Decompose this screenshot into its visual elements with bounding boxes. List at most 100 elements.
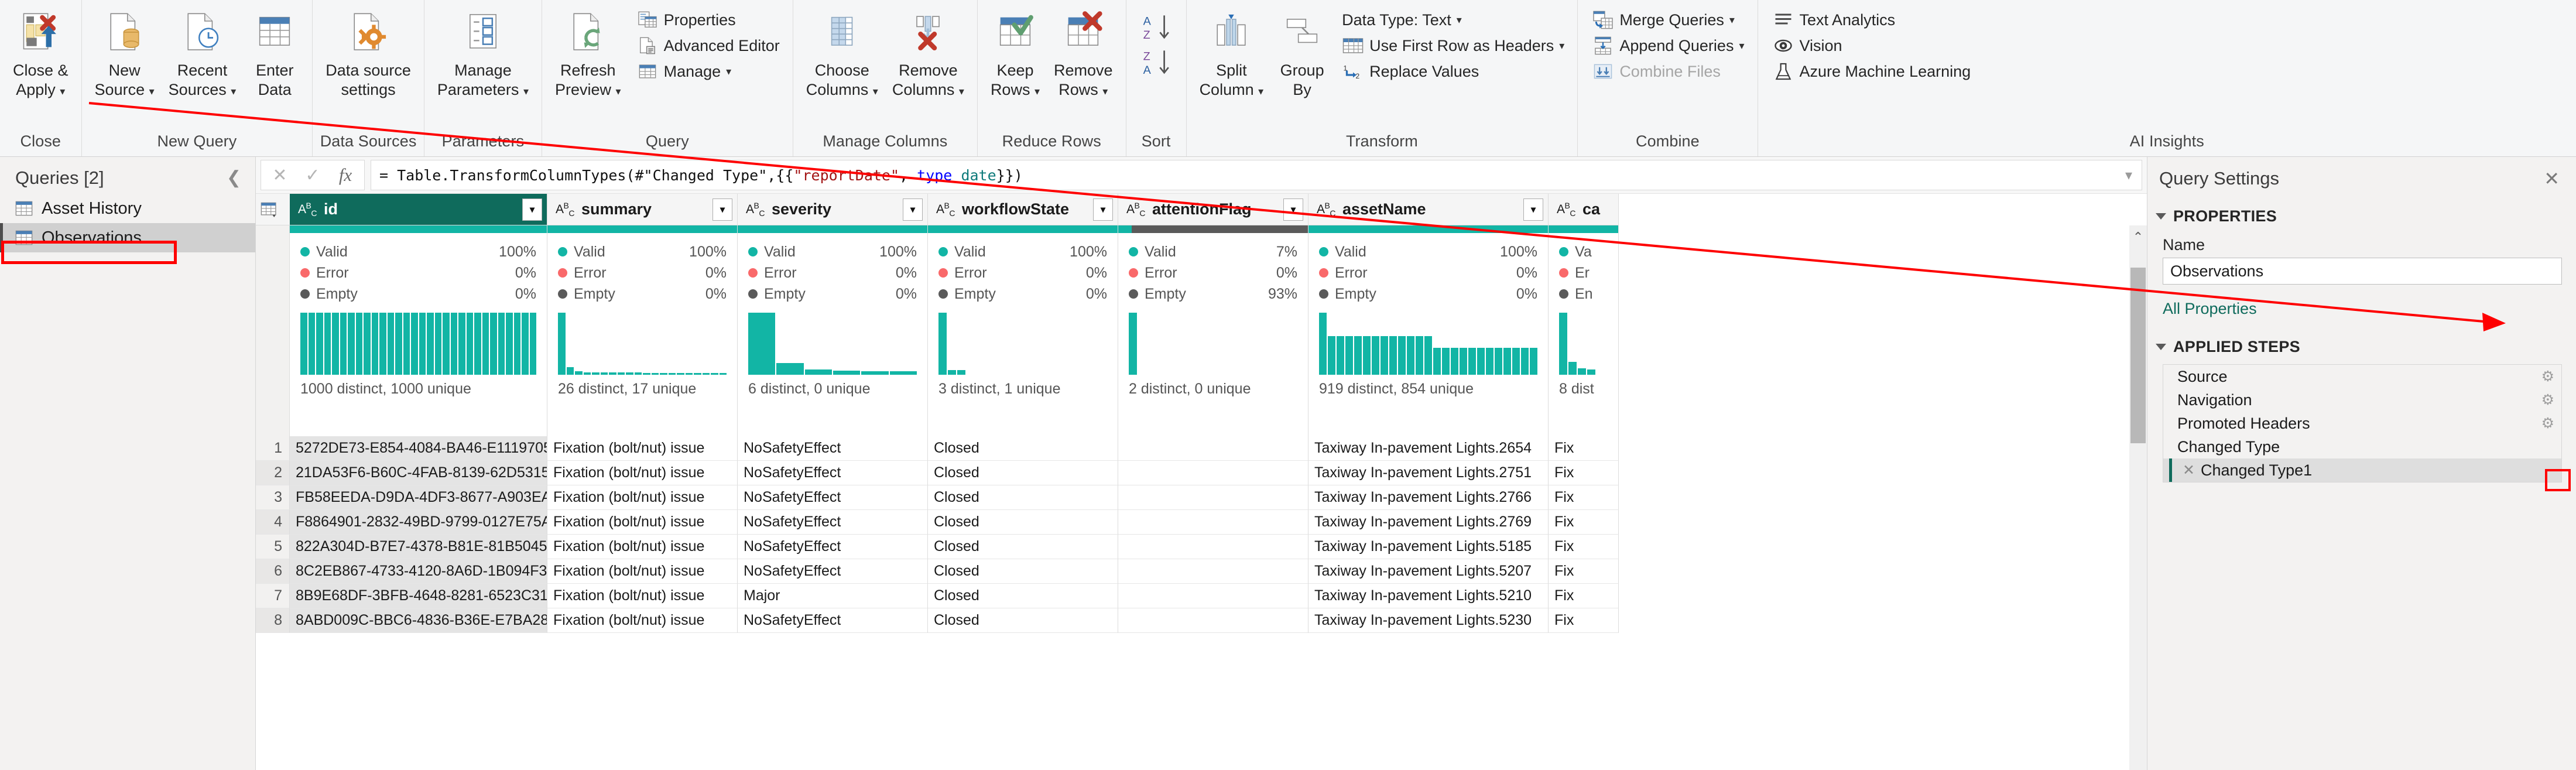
table-cell-workflowstate[interactable]: Closed: [928, 510, 1118, 535]
column-filter-button[interactable]: ▾: [1283, 199, 1303, 221]
table-row[interactable]: 221DA53F6-B60C-4FAB-8139-62D53150E...Fix…: [256, 461, 2147, 485]
query-name-input[interactable]: Observations: [2163, 258, 2562, 285]
manage-button[interactable]: Manage ▾: [632, 59, 785, 84]
table-row[interactable]: 15272DE73-E854-4084-BA46-E111970593...Fi…: [256, 436, 2147, 461]
enter-data-button[interactable]: Enter Data: [243, 4, 306, 100]
fx-icon[interactable]: fx: [329, 160, 362, 190]
text-analytics-button[interactable]: Text Analytics: [1767, 7, 1976, 33]
column-header-summary[interactable]: ABC summary ▾: [547, 194, 737, 225]
close-and-apply-button[interactable]: Close & Apply ▾: [6, 4, 76, 100]
table-row[interactable]: 4F8864901-2832-49BD-9799-0127E75AE8...Fi…: [256, 510, 2147, 535]
table-cell-summary[interactable]: Fixation (bolt/nut) issue: [547, 559, 738, 584]
table-cell-id[interactable]: F8864901-2832-49BD-9799-0127E75AE8...: [290, 510, 547, 535]
column-header-assetname[interactable]: ABC assetName ▾: [1308, 194, 1548, 225]
table-cell-attentionflag[interactable]: [1118, 461, 1308, 485]
applied-step-promoted-headers[interactable]: Promoted Headers ⚙: [2163, 412, 2561, 435]
table-row[interactable]: 3FB58EEDA-D9DA-4DF3-8677-A903EAA18...Fix…: [256, 485, 2147, 510]
table-cell-summary[interactable]: Fixation (bolt/nut) issue: [547, 510, 738, 535]
table-cell-severity[interactable]: NoSafetyEffect: [738, 608, 928, 633]
chevron-down-icon[interactable]: ▾: [726, 66, 731, 77]
table-cell-ca[interactable]: Fix: [1549, 535, 1619, 559]
table-cell-workflowstate[interactable]: Closed: [928, 559, 1118, 584]
table-cell-severity[interactable]: NoSafetyEffect: [738, 510, 928, 535]
table-cell-attentionflag[interactable]: [1118, 436, 1308, 461]
chevron-down-icon[interactable]: ▾: [873, 85, 878, 97]
column-header-severity[interactable]: ABC severity ▾: [738, 194, 927, 225]
table-cell-workflowstate[interactable]: Closed: [928, 461, 1118, 485]
table-cell-summary[interactable]: Fixation (bolt/nut) issue: [547, 584, 738, 608]
table-cell-assetname[interactable]: Taxiway In-pavement Lights.5210: [1308, 584, 1549, 608]
data-source-settings-button[interactable]: Data source settings: [318, 4, 418, 100]
chevron-down-icon[interactable]: ▾: [1258, 85, 1263, 97]
table-cell-severity[interactable]: Major: [738, 584, 928, 608]
chevron-down-icon[interactable]: ▾: [1739, 40, 1744, 51]
table-cell-summary[interactable]: Fixation (bolt/nut) issue: [547, 535, 738, 559]
chevron-down-icon[interactable]: ▾: [1034, 85, 1040, 97]
use-first-row-as-headers-button[interactable]: Use First Row as Headers ▾: [1337, 33, 1569, 59]
keep-rows-button[interactable]: Keep Rows ▾: [984, 4, 1047, 100]
choose-columns-button[interactable]: Choose Columns ▾: [799, 4, 885, 100]
table-cell-ca[interactable]: Fix: [1549, 485, 1619, 510]
data-type-button[interactable]: Data Type: Text ▾: [1337, 7, 1569, 33]
table-cell-attentionflag[interactable]: [1118, 559, 1308, 584]
applied-step-changed-type[interactable]: Changed Type: [2163, 435, 2561, 458]
table-cell-attentionflag[interactable]: [1118, 510, 1308, 535]
table-cell-severity[interactable]: NoSafetyEffect: [738, 436, 928, 461]
grid-vertical-scrollbar[interactable]: ⌃: [2129, 225, 2147, 770]
table-cell-assetname[interactable]: Taxiway In-pavement Lights.2766: [1308, 485, 1549, 510]
table-cell-assetname[interactable]: Taxiway In-pavement Lights.2751: [1308, 461, 1549, 485]
table-cell-ca[interactable]: Fix: [1549, 461, 1619, 485]
table-cell-assetname[interactable]: Taxiway In-pavement Lights.5207: [1308, 559, 1549, 584]
table-cell-workflowstate[interactable]: Closed: [928, 436, 1118, 461]
table-cell-summary[interactable]: Fixation (bolt/nut) issue: [547, 436, 738, 461]
chevron-down-icon[interactable]: ▾: [1102, 85, 1108, 97]
column-header-id[interactable]: ABC id ▾: [290, 194, 547, 225]
applied-step-navigation[interactable]: Navigation ⚙: [2163, 388, 2561, 412]
sort-ascending-button[interactable]: A Z: [1136, 11, 1178, 46]
applied-step-changed-type1[interactable]: ✕ Changed Type1: [2163, 458, 2561, 482]
table-cell-attentionflag[interactable]: [1118, 535, 1308, 559]
group-by-button[interactable]: Group By: [1270, 4, 1334, 100]
new-source-button[interactable]: New Source ▾: [88, 4, 162, 100]
table-cell-summary[interactable]: Fixation (bolt/nut) issue: [547, 461, 738, 485]
chevron-down-icon[interactable]: ▾: [231, 85, 236, 97]
formula-input[interactable]: = Table.TransformColumnTypes(#"Changed T…: [371, 160, 2142, 190]
gear-icon[interactable]: ⚙: [2541, 368, 2554, 385]
table-cell-workflowstate[interactable]: Closed: [928, 584, 1118, 608]
chevron-down-icon[interactable]: ▾: [1729, 15, 1735, 25]
column-filter-button[interactable]: ▾: [1523, 199, 1543, 221]
table-cell-id[interactable]: 5272DE73-E854-4084-BA46-E111970593...: [290, 436, 547, 461]
chevron-down-icon[interactable]: ▾: [523, 85, 529, 97]
vision-button[interactable]: Vision: [1767, 33, 1976, 59]
table-cell-ca[interactable]: Fix: [1549, 436, 1619, 461]
table-cell-severity[interactable]: NoSafetyEffect: [738, 461, 928, 485]
remove-rows-button[interactable]: Remove Rows ▾: [1047, 4, 1120, 100]
table-cell-workflowstate[interactable]: Closed: [928, 535, 1118, 559]
scrollbar-thumb[interactable]: [2130, 268, 2146, 443]
table-cell-severity[interactable]: NoSafetyEffect: [738, 559, 928, 584]
azure-machine-learning-button[interactable]: Azure Machine Learning: [1767, 59, 1976, 84]
split-column-button[interactable]: Split Column ▾: [1193, 4, 1271, 100]
table-row[interactable]: 88ABD009C-BBC6-4836-B36E-E7BA28D67...Fix…: [256, 608, 2147, 633]
chevron-down-icon[interactable]: ▾: [1457, 15, 1462, 25]
table-cell-assetname[interactable]: Taxiway In-pavement Lights.2654: [1308, 436, 1549, 461]
remove-columns-button[interactable]: Remove Columns ▾: [885, 4, 971, 100]
table-cell-ca[interactable]: Fix: [1549, 510, 1619, 535]
query-list-item-observations[interactable]: Observations: [0, 223, 255, 252]
table-cell-id[interactable]: FB58EEDA-D9DA-4DF3-8677-A903EAA18...: [290, 485, 547, 510]
column-filter-button[interactable]: ▾: [522, 199, 542, 221]
table-cell-id[interactable]: 8C2EB867-4733-4120-8A6D-1B094F3CE...: [290, 559, 547, 584]
gear-icon[interactable]: ⚙: [2541, 415, 2554, 432]
applied-steps-section-header[interactable]: APPLIED STEPS: [2147, 318, 2576, 356]
properties-button[interactable]: Properties: [632, 7, 785, 33]
table-cell-workflowstate[interactable]: Closed: [928, 485, 1118, 510]
table-cell-id[interactable]: 21DA53F6-B60C-4FAB-8139-62D53150E...: [290, 461, 547, 485]
combine-files-button[interactable]: Combine Files: [1587, 59, 1749, 84]
table-cell-id[interactable]: 8ABD009C-BBC6-4836-B36E-E7BA28D67...: [290, 608, 547, 633]
recent-sources-button[interactable]: Recent Sources ▾: [162, 4, 244, 100]
table-row[interactable]: 5822A304D-B7E7-4378-B81E-81B504521...Fix…: [256, 535, 2147, 559]
scroll-up-icon[interactable]: ⌃: [2129, 225, 2147, 249]
chevron-down-icon[interactable]: ▾: [616, 85, 621, 97]
refresh-preview-button[interactable]: Refresh Preview ▾: [548, 4, 628, 100]
table-cell-summary[interactable]: Fixation (bolt/nut) issue: [547, 485, 738, 510]
